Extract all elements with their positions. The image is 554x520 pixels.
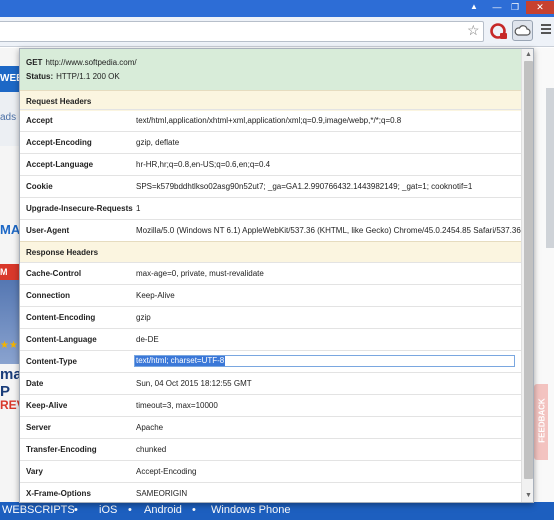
header-key: Cookie: [26, 182, 53, 191]
page-scrollbar[interactable]: [546, 88, 554, 248]
table-row: Accept text/html,application/xhtml+xml,ap…: [20, 109, 521, 131]
header-value: timeout=3, max=10000: [136, 401, 218, 410]
status-line: Status: HTTP/1.1 200 OK: [26, 72, 120, 81]
header-value: gzip: [136, 313, 151, 322]
table-row: X-Frame-Options SAMEORIGIN: [20, 482, 521, 502]
nav-webscripts[interactable]: WEBSCRIPTS: [2, 504, 75, 516]
table-row: Transfer-Encoding chunked: [20, 438, 521, 460]
header-key: Connection: [26, 291, 70, 300]
request-line: GET http://www.softpedia.com/: [26, 58, 137, 67]
nav-separator: •: [128, 504, 132, 516]
request-headers-section: Request Headers: [20, 90, 521, 111]
nav-fragment: ads: [0, 92, 20, 146]
table-row: Content-Encoding gzip: [20, 306, 521, 328]
article-image-fragment: [0, 280, 20, 364]
header-key: Accept: [26, 116, 53, 125]
table-row: Accept-Encoding gzip, deflate: [20, 131, 521, 153]
header-value: text/html,application/xhtml+xml,applicat…: [136, 116, 402, 125]
table-row: Content-Language de-DE: [20, 328, 521, 350]
nav-separator: •: [74, 504, 78, 516]
cloud-icon: [514, 25, 531, 36]
header-value: chunked: [136, 445, 167, 454]
request-summary: GET http://www.softpedia.com/ Status: HTTP…: [20, 49, 521, 90]
header-key: Transfer-Encoding: [26, 445, 97, 454]
selected-value: text/html; charset=UTF-8: [135, 356, 226, 366]
nav-ios[interactable]: iOS: [99, 504, 117, 516]
header-key: Server: [26, 423, 51, 432]
header-value: de-DE: [136, 335, 159, 344]
header-key: User-Agent: [26, 226, 70, 235]
scrollbar-thumb[interactable]: [524, 61, 533, 479]
header-key: Upgrade-Insecure-Requests: [26, 204, 133, 213]
request-url[interactable]: http://www.softpedia.com/: [45, 58, 136, 67]
user-icon[interactable]: ▲: [466, 1, 482, 14]
badge-fragment: M: [0, 264, 20, 280]
rating-stars: ★★: [0, 340, 18, 351]
header-value: Mozilla/5.0 (Windows NT 6.1) AppleWebKit…: [136, 226, 521, 235]
header-key: Accept-Encoding: [26, 138, 92, 147]
table-row: Cookie SPS=k579bddhtlkso02asg90n52ut7; _g…: [20, 175, 521, 197]
table-row: Server Apache: [20, 416, 521, 438]
table-row: Cache-Control max-age=0, private, must-re…: [20, 262, 521, 284]
review-label-fragment: REV: [0, 398, 20, 412]
section-title: Response Headers: [26, 248, 99, 257]
table-row: Vary Accept-Encoding: [20, 460, 521, 482]
article-title-fragment: ma P: [0, 366, 20, 400]
restore-button[interactable]: ❐: [507, 1, 523, 14]
header-key: Cache-Control: [26, 269, 82, 278]
header-value: Sun, 04 Oct 2015 18:12:55 GMT: [136, 379, 252, 388]
minimize-button[interactable]: —: [489, 1, 505, 14]
header-key: Vary: [26, 467, 43, 476]
header-value: Accept-Encoding: [136, 467, 197, 476]
site-bottom-nav: WEBSCRIPTS • iOS • Android • Windows Pho…: [0, 502, 554, 520]
nav-separator: •: [192, 504, 196, 516]
heading-fragment: MAC: [0, 222, 20, 237]
cloud-extension-button[interactable]: [512, 20, 533, 41]
red-extension-icon[interactable]: [490, 22, 508, 40]
header-value: SAMEORIGIN: [136, 489, 188, 498]
request-method: GET: [26, 58, 43, 67]
site-logo-fragment: WEB: [0, 66, 20, 92]
header-value: Keep-Alive: [136, 291, 175, 300]
window-titlebar: ▲ — ❐ ✕: [0, 0, 554, 17]
table-row: Content-Type text/html; charset=UTF-8: [20, 350, 521, 372]
table-row: Keep-Alive timeout=3, max=10000: [20, 394, 521, 416]
header-value: SPS=k579bddhtlkso02asg90n52ut7; _ga=GA1.…: [136, 182, 473, 191]
header-value: Apache: [136, 423, 164, 432]
popup-scrollbar[interactable]: ▲ ▼: [521, 49, 533, 502]
header-key: Content-Encoding: [26, 313, 96, 322]
nav-android[interactable]: Android: [144, 504, 182, 516]
hamburger-menu-icon[interactable]: [541, 24, 551, 36]
close-window-button[interactable]: ✕: [526, 1, 554, 14]
page-left-edge: WEB ads MAC M ★★ ma P REV: [0, 48, 20, 520]
scroll-down-icon[interactable]: ▼: [525, 492, 532, 499]
table-row: User-Agent Mozilla/5.0 (Windows NT 6.1) A…: [20, 219, 521, 241]
http-headers-popup: GET http://www.softpedia.com/ Status: HTTP…: [19, 48, 534, 503]
content-type-edit-field[interactable]: text/html; charset=UTF-8: [134, 355, 515, 367]
table-row: Connection Keep-Alive: [20, 284, 521, 306]
header-key: Content-Language: [26, 335, 97, 344]
header-value: max-age=0, private, must-revalidate: [136, 269, 264, 278]
header-value: gzip, deflate: [136, 138, 180, 147]
header-key: X-Frame-Options: [26, 489, 91, 498]
scroll-up-icon[interactable]: ▲: [525, 51, 532, 58]
address-bar[interactable]: [0, 21, 484, 42]
header-key: Date: [26, 379, 44, 388]
nav-windows-phone[interactable]: Windows Phone: [211, 504, 291, 516]
header-value: hr-HR,hr;q=0.8,en-US;q=0.6,en;q=0.4: [136, 160, 271, 169]
table-row: Upgrade-Insecure-Requests 1: [20, 197, 521, 219]
feedback-tab[interactable]: FEEDBACK: [534, 384, 548, 460]
header-key: Accept-Language: [26, 160, 94, 169]
table-row: Date Sun, 04 Oct 2015 18:12:55 GMT: [20, 372, 521, 394]
status-value: HTTP/1.1 200 OK: [56, 72, 120, 81]
status-label: Status:: [26, 72, 54, 81]
table-row: Accept-Language hr-HR,hr;q=0.8,en-US;q=0.…: [20, 153, 521, 175]
header-key: Content-Type: [26, 357, 77, 366]
section-title: Request Headers: [26, 97, 92, 106]
header-key: Keep-Alive: [26, 401, 68, 410]
feedback-label: FEEDBACK: [537, 398, 547, 443]
response-headers-section: Response Headers: [20, 241, 521, 262]
star-icon[interactable]: ☆: [467, 22, 480, 39]
header-value: 1: [136, 204, 141, 213]
